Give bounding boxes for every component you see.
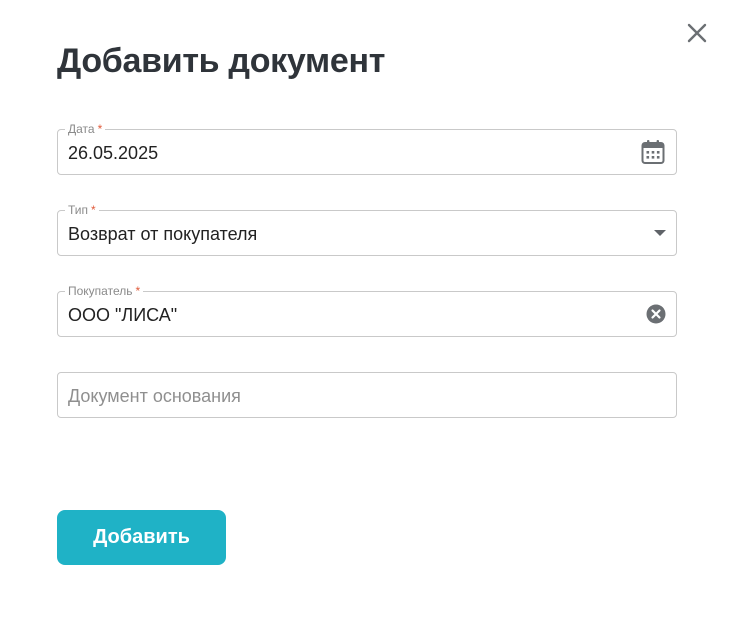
type-value[interactable]: Возврат от покупателя <box>68 223 257 245</box>
clear-buyer-button[interactable] <box>646 304 666 324</box>
add-button[interactable]: Добавить <box>57 510 226 565</box>
buyer-label: Покупатель * <box>65 284 144 298</box>
required-mark: * <box>97 122 103 136</box>
calendar-button[interactable] <box>641 139 665 165</box>
date-field[interactable]: Дата * 26.05.2025 <box>57 122 677 175</box>
close-button[interactable] <box>684 20 710 46</box>
dialog-title: Добавить документ <box>57 42 386 80</box>
date-value[interactable]: 26.05.2025 <box>68 142 158 164</box>
clear-circle-icon <box>646 304 666 324</box>
buyer-value[interactable]: ООО "ЛИСА" <box>68 304 177 326</box>
type-label: Тип * <box>65 203 99 217</box>
type-select[interactable]: Тип * Возврат от покупателя <box>57 203 677 256</box>
add-document-dialog: Добавить документ Дата * 26.05.2025 Тип * … <box>0 0 736 630</box>
calendar-icon <box>641 140 665 164</box>
date-label: Дата * <box>65 122 106 136</box>
type-dropdown-toggle[interactable] <box>654 229 666 237</box>
base-document-field[interactable]: Документ основания <box>57 372 677 418</box>
close-icon <box>687 23 707 43</box>
base-document-placeholder[interactable]: Документ основания <box>68 385 241 407</box>
buyer-field[interactable]: Покупатель * ООО "ЛИСА" <box>57 284 677 337</box>
required-mark: * <box>91 203 96 217</box>
type-label-text: Тип <box>68 203 89 217</box>
caret-down-icon <box>654 230 666 236</box>
buyer-label-text: Покупатель <box>68 284 133 298</box>
date-label-text: Дата <box>68 122 95 136</box>
required-mark: * <box>135 284 141 298</box>
